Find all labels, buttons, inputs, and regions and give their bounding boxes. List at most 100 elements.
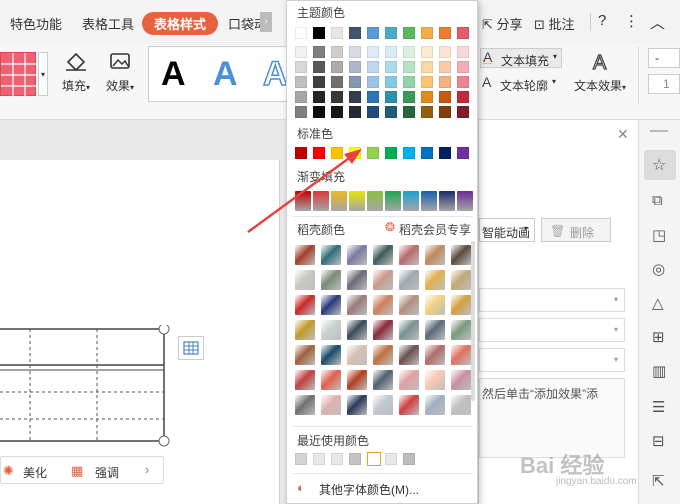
docer-color-swatch[interactable] <box>399 295 419 315</box>
theme-color-swatch[interactable] <box>313 61 325 73</box>
smart-animation-dropdown[interactable]: 智能动画 ▾ <box>479 218 535 242</box>
theme-color-swatch[interactable] <box>295 91 307 103</box>
docer-color-swatch[interactable] <box>425 370 445 390</box>
theme-color-swatch[interactable] <box>421 46 433 58</box>
fill-button[interactable]: 填充▾ <box>60 48 92 96</box>
theme-color-swatch[interactable] <box>295 27 307 39</box>
docer-color-swatch[interactable] <box>451 320 471 340</box>
docer-color-swatch[interactable] <box>373 320 393 340</box>
docer-color-swatch[interactable] <box>295 395 315 415</box>
docer-color-swatch[interactable] <box>295 320 315 340</box>
share-out-icon[interactable]: ⇱ <box>652 472 665 490</box>
theme-color-swatch[interactable] <box>367 61 379 73</box>
theme-color-swatch[interactable] <box>331 106 343 118</box>
spacing-box[interactable]: 1 <box>648 74 680 94</box>
theme-color-swatch[interactable] <box>421 76 433 88</box>
docer-color-swatch[interactable] <box>399 270 419 290</box>
chevron-right-icon[interactable]: › <box>145 462 149 477</box>
gradient-color-swatch[interactable] <box>403 191 419 211</box>
docer-color-swatch[interactable] <box>347 295 367 315</box>
docer-color-swatch[interactable] <box>295 295 315 315</box>
docer-color-swatch[interactable] <box>347 370 367 390</box>
theme-color-swatch[interactable] <box>457 76 469 88</box>
docer-color-swatch[interactable] <box>295 345 315 365</box>
docer-color-swatch[interactable] <box>399 320 419 340</box>
tab-special-features[interactable]: 特色功能 <box>10 14 62 33</box>
docer-color-swatch[interactable] <box>373 270 393 290</box>
recent-color-swatch[interactable] <box>331 453 343 465</box>
theme-color-swatch[interactable] <box>403 91 415 103</box>
docer-color-swatch[interactable] <box>451 395 471 415</box>
docer-color-swatch[interactable] <box>451 295 471 315</box>
theme-color-swatch[interactable] <box>349 76 361 88</box>
close-icon[interactable]: ✕ <box>617 126 629 143</box>
theme-color-swatch[interactable] <box>421 27 433 39</box>
tab-table-tools[interactable]: 表格工具 <box>82 14 134 33</box>
gradient-color-swatch[interactable] <box>457 191 473 211</box>
sliders-icon[interactable]: ☰ <box>652 398 665 416</box>
docer-color-swatch[interactable] <box>425 395 445 415</box>
docer-color-swatch[interactable] <box>425 245 445 265</box>
docer-color-swatch[interactable] <box>321 345 341 365</box>
theme-color-swatch[interactable] <box>295 76 307 88</box>
resize-handle[interactable] <box>158 325 170 335</box>
gradient-color-swatch[interactable] <box>385 191 401 211</box>
docer-color-swatch[interactable] <box>295 270 315 290</box>
tab-scroll-right-icon[interactable]: › <box>260 12 272 32</box>
theme-color-swatch[interactable] <box>439 61 451 73</box>
docer-color-swatch[interactable] <box>373 345 393 365</box>
theme-color-swatch[interactable] <box>367 106 379 118</box>
docer-color-swatch[interactable] <box>451 270 471 290</box>
theme-color-swatch[interactable] <box>403 61 415 73</box>
more-font-colors-button[interactable]: 其他字体颜色(M)... <box>319 481 419 498</box>
docer-color-swatch[interactable] <box>321 395 341 415</box>
docer-color-swatch[interactable] <box>347 395 367 415</box>
theme-color-swatch[interactable] <box>313 91 325 103</box>
docer-color-swatch[interactable] <box>373 295 393 315</box>
theme-color-swatch[interactable] <box>313 76 325 88</box>
recent-color-swatch[interactable] <box>367 452 381 466</box>
theme-color-swatch[interactable] <box>295 106 307 118</box>
theme-color-swatch[interactable] <box>349 27 361 39</box>
recent-color-swatch[interactable] <box>295 453 307 465</box>
beautify-button[interactable]: 美化 <box>23 464 47 481</box>
layers-icon[interactable]: △ <box>652 294 664 312</box>
recent-color-swatch[interactable] <box>385 453 397 465</box>
docer-color-swatch[interactable] <box>321 270 341 290</box>
theme-color-swatch[interactable] <box>331 91 343 103</box>
theme-color-swatch[interactable] <box>313 106 325 118</box>
theme-color-swatch[interactable] <box>421 106 433 118</box>
grid-icon[interactable]: ⊞ <box>652 328 665 346</box>
theme-color-swatch[interactable] <box>367 27 379 39</box>
standard-color-swatch[interactable] <box>385 147 397 159</box>
recent-color-swatch[interactable] <box>403 453 415 465</box>
badge-icon[interactable]: ◎ <box>652 260 665 278</box>
image-icon[interactable]: ⊟ <box>652 432 665 450</box>
theme-color-swatch[interactable] <box>439 46 451 58</box>
art-text-style-blue[interactable]: A <box>213 55 238 94</box>
standard-color-swatch[interactable] <box>403 147 415 159</box>
theme-color-swatch[interactable] <box>313 46 325 58</box>
delete-button[interactable]: 🗑 删除 <box>541 218 611 242</box>
copy-icon[interactable]: ⧉ <box>652 192 663 209</box>
font-size-box[interactable]: - <box>648 48 680 68</box>
theme-color-swatch[interactable] <box>457 27 469 39</box>
table-style-preview[interactable] <box>0 52 37 97</box>
shapes-icon[interactable]: ◳ <box>652 226 666 244</box>
recent-color-swatch[interactable] <box>349 453 361 465</box>
theme-color-swatch[interactable] <box>385 91 397 103</box>
docer-color-swatch[interactable] <box>425 345 445 365</box>
docer-color-swatch[interactable] <box>347 320 367 340</box>
effect-select-1[interactable]: ▾ <box>479 288 625 312</box>
docer-color-swatch[interactable] <box>321 320 341 340</box>
theme-color-swatch[interactable] <box>331 76 343 88</box>
docer-color-swatch[interactable] <box>321 370 341 390</box>
theme-color-swatch[interactable] <box>457 91 469 103</box>
theme-color-swatch[interactable] <box>385 61 397 73</box>
theme-color-swatch[interactable] <box>331 27 343 39</box>
gradient-color-swatch[interactable] <box>439 191 455 211</box>
docer-member-label[interactable]: 稻壳会员专享 <box>399 221 471 238</box>
docer-color-swatch[interactable] <box>451 370 471 390</box>
docer-color-swatch[interactable] <box>425 295 445 315</box>
table-layout-button[interactable] <box>178 336 204 360</box>
